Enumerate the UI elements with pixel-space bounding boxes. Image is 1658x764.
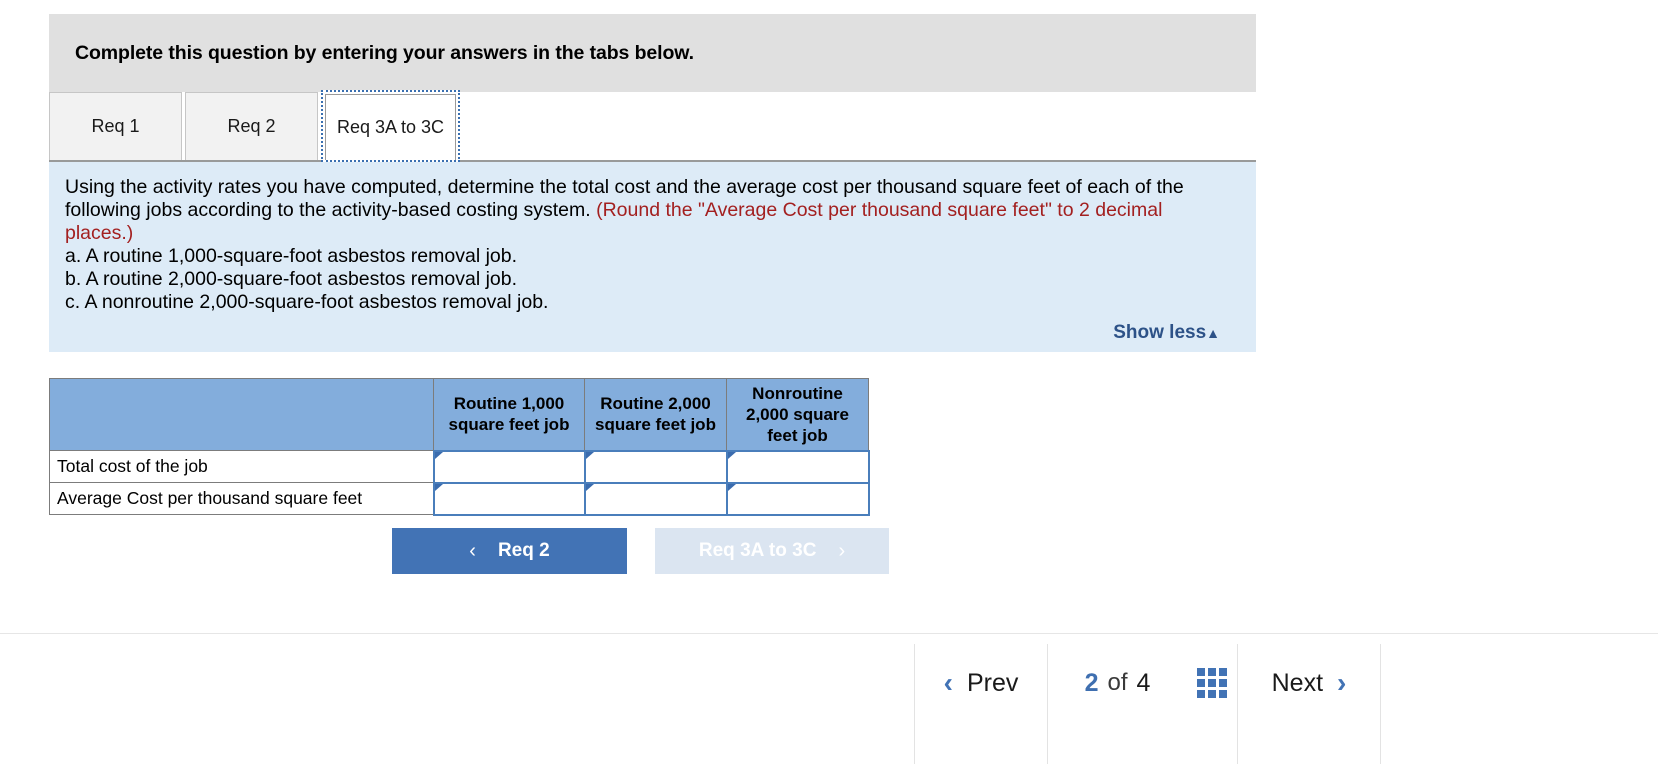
cell-average-cost-nonroutine-2000[interactable]	[725, 481, 870, 516]
tab-req-1[interactable]: Req 1	[49, 92, 182, 160]
input-average-cost-nonroutine-2000[interactable]	[727, 483, 868, 514]
row-label-total-cost: Total cost of the job	[49, 450, 434, 483]
input-total-cost-routine-2000[interactable]	[585, 451, 726, 482]
tab-req-2-label: Req 2	[227, 116, 276, 136]
pager-prev-button[interactable]: ‹ Prev	[915, 644, 1047, 722]
cell-total-cost-nonroutine-2000[interactable]	[725, 449, 870, 484]
cell-marker-icon	[434, 451, 443, 466]
cell-total-cost-routine-2000[interactable]	[583, 449, 728, 484]
tab-req-3a-to-3c[interactable]: Req 3A to 3C	[321, 90, 460, 162]
grid-cell	[1197, 668, 1205, 676]
tab-bar: Req 1 Req 2 Req 3A to 3C	[49, 90, 1256, 162]
pager-prev-label: Prev	[966, 668, 1019, 697]
pager-next-label: Next	[1271, 668, 1324, 697]
grid-cell	[1219, 679, 1227, 687]
chevron-left-icon: ‹	[943, 667, 953, 698]
req-next-label: Req 3A to 3C	[698, 540, 817, 561]
instruction-paragraph: Using the activity rates you have comput…	[65, 176, 1228, 245]
chevron-right-icon: ›	[838, 539, 846, 562]
caret-up-icon: ▲	[1206, 325, 1220, 341]
req-next-button: Req 3A to 3C ›	[655, 528, 889, 574]
grid-cell	[1219, 668, 1227, 676]
table-header-routine-2000: Routine 2,000 square feet job	[584, 378, 727, 451]
cell-marker-icon	[727, 451, 736, 466]
table-header-routine-1000: Routine 1,000 square feet job	[433, 378, 585, 451]
answer-table: Routine 1,000 square feet job Routine 2,…	[49, 378, 870, 516]
input-total-cost-routine-1000[interactable]	[434, 451, 584, 482]
table-row: Total cost of the job	[49, 449, 870, 484]
cell-marker-icon	[585, 483, 594, 498]
table-header-blank	[49, 378, 434, 451]
page-divider	[0, 633, 1658, 634]
pager-current-page: 2	[1084, 668, 1099, 697]
grid-cell	[1197, 690, 1205, 698]
tab-req-3a-to-3c-label: Req 3A to 3C	[336, 117, 445, 137]
chevron-left-icon: ‹	[469, 539, 476, 562]
grid-icon	[1197, 668, 1227, 698]
input-average-cost-routine-2000[interactable]	[585, 483, 726, 514]
question-banner-text: Complete this question by entering your …	[75, 41, 694, 64]
instruction-panel: Using the activity rates you have comput…	[49, 162, 1256, 352]
requirement-navigation: ‹ Req 2 Req 3A to 3C ›	[392, 528, 889, 574]
cell-marker-icon	[585, 451, 594, 466]
pager-separator	[1380, 644, 1381, 764]
question-panel: Complete this question by entering your …	[49, 14, 1256, 352]
table-row: Average Cost per thousand square feet	[49, 481, 870, 516]
pager-of-label: of	[1107, 669, 1128, 696]
table-header-nonroutine-2000: Nonroutine 2,000 square feet job	[726, 378, 869, 451]
answer-table-head: Routine 1,000 square feet job Routine 2,…	[49, 378, 869, 451]
pager-total-pages: 4	[1136, 668, 1151, 697]
cell-average-cost-routine-2000[interactable]	[583, 481, 728, 516]
cell-marker-icon	[727, 483, 736, 498]
instruction-item-b: b. A routine 2,000-square-foot asbestos …	[65, 268, 518, 290]
grid-cell	[1219, 690, 1227, 698]
grid-cell	[1208, 679, 1216, 687]
pager-page-indicator: 2 of 4	[1048, 644, 1187, 722]
table-header-row: Routine 1,000 square feet job Routine 2,…	[49, 378, 869, 451]
show-less-label: Show less	[1113, 322, 1207, 343]
page-navigation: ‹ Prev 2 of 4 Next ›	[914, 644, 1381, 764]
row-label-average-cost: Average Cost per thousand square feet	[49, 482, 434, 515]
input-total-cost-nonroutine-2000[interactable]	[727, 451, 868, 482]
req-prev-button[interactable]: ‹ Req 2	[392, 528, 627, 574]
show-less-toggle[interactable]: Show less▲	[1113, 322, 1220, 344]
question-banner: Complete this question by entering your …	[49, 14, 1256, 92]
chevron-right-icon: ›	[1337, 667, 1347, 698]
input-average-cost-routine-1000[interactable]	[434, 483, 584, 514]
pager-next-button[interactable]: Next ›	[1238, 644, 1380, 722]
pager-grid-button[interactable]	[1187, 644, 1237, 722]
cell-marker-icon	[434, 483, 443, 498]
grid-cell	[1197, 679, 1205, 687]
cell-average-cost-routine-1000[interactable]	[432, 481, 586, 516]
tab-req-1-label: Req 1	[91, 116, 140, 136]
instruction-item-c: c. A nonroutine 2,000-square-foot asbest…	[65, 291, 549, 313]
grid-cell	[1208, 668, 1216, 676]
instruction-item-a: a. A routine 1,000-square-foot asbestos …	[65, 245, 518, 267]
tab-req-3a-to-3c-inner: Req 3A to 3C	[325, 94, 456, 160]
answer-table-body: Total cost of the job Average Cost per t…	[49, 449, 870, 516]
grid-cell	[1208, 690, 1216, 698]
req-prev-label: Req 2	[497, 540, 550, 561]
tab-req-2[interactable]: Req 2	[185, 92, 318, 160]
cell-total-cost-routine-1000[interactable]	[432, 449, 586, 484]
